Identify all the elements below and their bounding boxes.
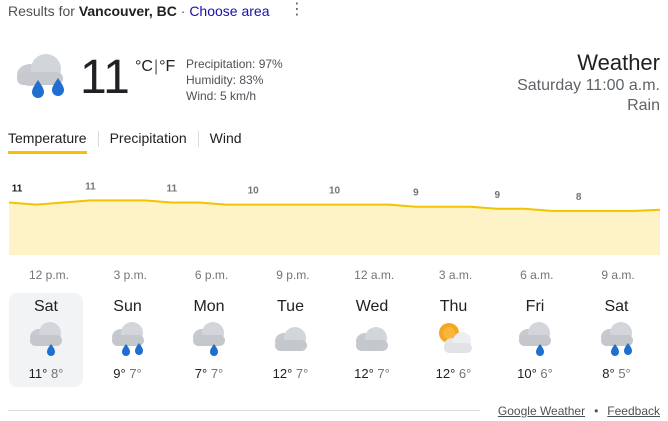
x-axis-label: 12 p.m. bbox=[28, 268, 70, 282]
location-name: Vancouver, BC bbox=[78, 3, 177, 19]
forecast-day[interactable]: Sat 8° 5° bbox=[580, 293, 654, 387]
weather-title: Weather bbox=[577, 50, 660, 75]
forecast-temps: 11° 8° bbox=[9, 366, 83, 381]
forecast-day[interactable]: Fri 10° 6° bbox=[498, 293, 572, 387]
forecast-high: 12° bbox=[354, 366, 374, 381]
x-axis-label: 3 a.m. bbox=[438, 268, 473, 282]
results-prefix: Results for bbox=[8, 3, 75, 19]
wind-value: Wind: 5 km/h bbox=[186, 89, 257, 103]
temperature-chart: 11 11 11 10 10 9 9 8 bbox=[8, 181, 661, 255]
forecast-day-name: Tue bbox=[277, 298, 304, 315]
fahrenheit-toggle[interactable]: °F bbox=[159, 58, 175, 75]
forecast-day-name: Sat bbox=[33, 298, 58, 315]
weather-time: Saturday 11:00 a.m. bbox=[517, 77, 660, 94]
temperature-point-label: 10 bbox=[248, 186, 260, 197]
x-axis-label: 12 a.m. bbox=[354, 268, 395, 282]
forecast-low: 7° bbox=[210, 366, 224, 381]
forecast-day-name: Thu bbox=[439, 298, 468, 315]
footer-separator: • bbox=[594, 404, 599, 418]
forecast-high: 8° bbox=[602, 366, 615, 381]
cloud-icon bbox=[272, 321, 310, 357]
forecast-day[interactable]: Mon 7° 7° bbox=[172, 293, 246, 387]
tab-divider bbox=[97, 131, 99, 147]
celsius-toggle[interactable]: °C bbox=[135, 58, 153, 75]
forecast-temps: 12° 6° bbox=[417, 366, 491, 381]
forecast-high: 10° bbox=[517, 366, 537, 381]
chart-tabs: Temperature Precipitation Wind bbox=[8, 128, 242, 156]
unit-toggle: °C|°F bbox=[135, 58, 175, 76]
rain-cloud-icon bbox=[190, 321, 228, 357]
forecast-low: 8° bbox=[50, 366, 64, 381]
forecast-low: 7° bbox=[129, 366, 142, 381]
feedback-link[interactable]: Feedback bbox=[607, 404, 660, 418]
forecast-low: 7° bbox=[377, 366, 390, 381]
current-temperature: 11 bbox=[80, 51, 130, 104]
unit-separator: | bbox=[153, 58, 159, 75]
rain-cloud-icon bbox=[17, 54, 64, 98]
footer-divider bbox=[8, 410, 480, 411]
tab-divider bbox=[197, 131, 199, 147]
humidity-value: Humidity: 83% bbox=[186, 73, 264, 87]
temperature-point-label: 11 bbox=[166, 184, 177, 195]
forecast-day-name: Fri bbox=[525, 298, 545, 315]
temperature-point-label: 11 bbox=[85, 181, 96, 192]
tab-temperature[interactable]: Temperature bbox=[8, 128, 87, 156]
temperature-point-label: 9 bbox=[413, 188, 419, 199]
forecast-day-name: Sun bbox=[113, 298, 142, 315]
forecast-day-name: Wed bbox=[355, 298, 389, 315]
tab-precipitation[interactable]: Precipitation bbox=[110, 128, 187, 156]
weather-condition: Rain bbox=[627, 97, 660, 114]
tab-wind[interactable]: Wind bbox=[210, 128, 242, 156]
forecast-temps: 12° 7° bbox=[335, 366, 409, 381]
footer: Google Weather • Feedback bbox=[498, 404, 660, 418]
cloud-icon bbox=[353, 321, 391, 357]
forecast-day[interactable]: Wed 12° 7° bbox=[335, 293, 409, 387]
forecast-low: 5° bbox=[618, 366, 631, 381]
partly-cloudy-icon bbox=[435, 321, 473, 357]
forecast-high: 12° bbox=[435, 366, 456, 381]
forecast-temps: 8° 5° bbox=[580, 366, 654, 381]
heavy-rain-cloud-icon bbox=[109, 321, 147, 357]
forecast-temps: 10° 6° bbox=[498, 366, 572, 381]
x-axis-label: 9 p.m. bbox=[276, 268, 310, 282]
forecast-high: 11° bbox=[28, 366, 48, 381]
forecast-temps: 9° 7° bbox=[91, 366, 165, 381]
forecast-temps: 7° 7° bbox=[172, 366, 246, 381]
heavy-rain-cloud-icon bbox=[598, 321, 636, 357]
header-separator: · bbox=[180, 3, 186, 19]
temperature-point-label: 9 bbox=[494, 190, 500, 201]
forecast-temps: 12° 7° bbox=[254, 366, 328, 381]
current-weather-icon bbox=[8, 50, 72, 105]
rain-cloud-icon bbox=[27, 321, 65, 357]
google-weather-link[interactable]: Google Weather bbox=[498, 404, 585, 418]
precipitation-value: Precipitation: 97% bbox=[186, 57, 283, 71]
forecast-day[interactable]: Sun 9° 7° bbox=[91, 293, 165, 387]
temperature-point-label: 10 bbox=[329, 186, 341, 197]
temperature-point-label: 11 bbox=[12, 184, 23, 195]
rain-cloud-icon bbox=[516, 321, 554, 357]
forecast-high: 12° bbox=[272, 366, 293, 381]
forecast-high: 9° bbox=[113, 366, 126, 381]
forecast-low: 6° bbox=[458, 366, 472, 381]
forecast-low: 7° bbox=[295, 366, 309, 381]
results-header: Results for Vancouver, BC · Choose area bbox=[8, 3, 269, 19]
x-axis-label: 3 p.m. bbox=[113, 268, 147, 282]
temperature-area bbox=[9, 200, 660, 255]
forecast-low: 6° bbox=[540, 366, 553, 381]
x-axis-label: 6 a.m. bbox=[520, 268, 554, 282]
x-axis-label: 6 p.m. bbox=[194, 268, 229, 282]
x-axis-label: 9 a.m. bbox=[601, 268, 635, 282]
forecast-day-name: Mon bbox=[193, 298, 225, 315]
forecast-day-name: Sat bbox=[604, 298, 629, 315]
more-vert-icon[interactable]: ⋮ bbox=[289, 2, 305, 20]
forecast-day[interactable]: Thu 12° 6° bbox=[417, 293, 491, 387]
current-details: Precipitation: 97% Humidity: 83% Wind: 5… bbox=[186, 56, 283, 104]
forecast-day[interactable]: Sat 11° 8° bbox=[9, 293, 83, 387]
forecast-high: 7° bbox=[194, 366, 208, 381]
temperature-point-label: 8 bbox=[576, 192, 582, 203]
forecast-day[interactable]: Tue 12° 7° bbox=[254, 293, 328, 387]
choose-area-link[interactable]: Choose area bbox=[189, 3, 269, 19]
